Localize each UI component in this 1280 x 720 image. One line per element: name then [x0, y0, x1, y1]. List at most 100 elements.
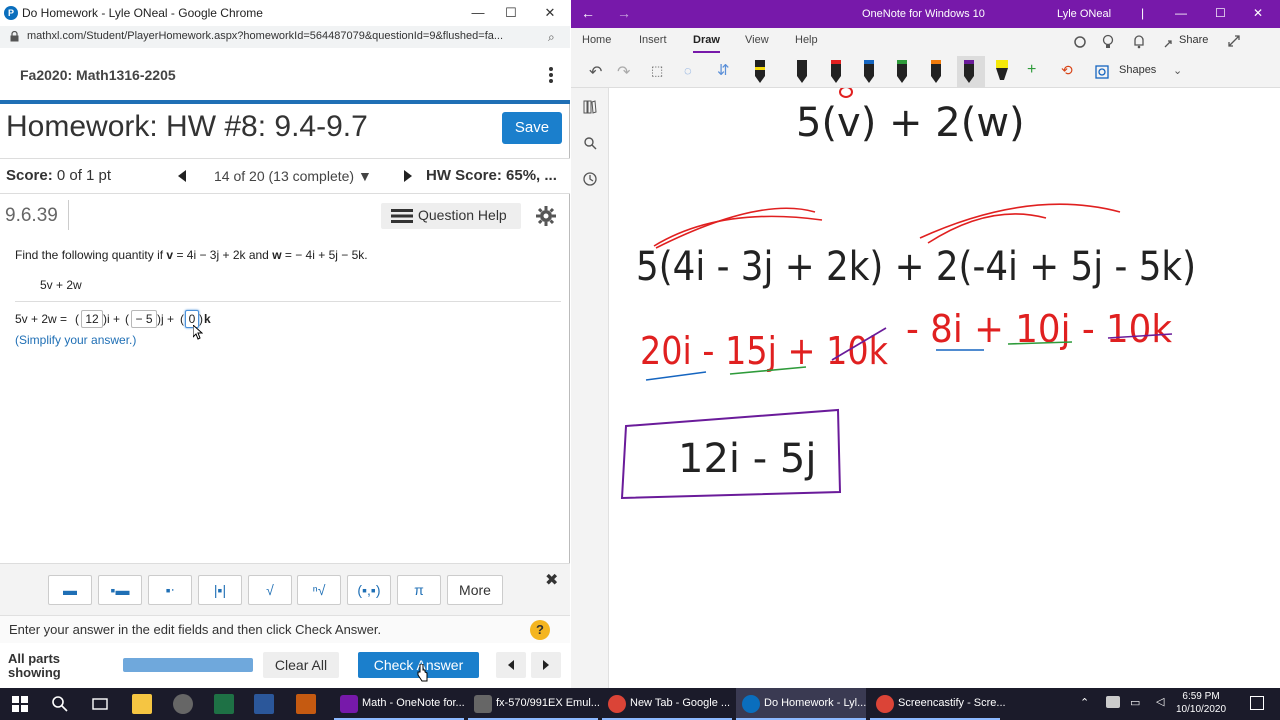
undo-icon[interactable]: ↶ [589, 62, 602, 82]
zoom-icon[interactable]: ⌕ [548, 30, 555, 45]
ink-line-3b: - 8i + 10j - 10k [906, 307, 1172, 351]
prev-question-icon[interactable] [174, 168, 190, 184]
sync-icon[interactable] [1072, 35, 1088, 49]
taskbar-app-homework[interactable]: Do Homework - Lyl... [736, 688, 866, 720]
shapes-button[interactable]: Shapes [1119, 64, 1156, 76]
taskbar-app-chrome-newtab[interactable]: New Tab - Google ... [602, 688, 732, 720]
course-bar: Fa2020: Math1316-2205 [0, 48, 570, 102]
fraction-tool[interactable]: ▬ [48, 575, 92, 605]
highlighter-icon[interactable] [995, 58, 1009, 84]
question-id: 9.6.39 [5, 205, 58, 226]
windows-start-icon[interactable] [10, 694, 30, 714]
exponent-tool[interactable]: ▪ᐧ [148, 575, 192, 605]
maximize-icon[interactable]: ☐ [1215, 6, 1226, 20]
volume-icon[interactable]: ◁ [1156, 695, 1164, 708]
url-text[interactable]: mathxl.com/Student/PlayerHomework.aspx?h… [27, 30, 503, 42]
recent-icon[interactable] [583, 172, 597, 186]
onedrive-icon[interactable] [1106, 696, 1120, 708]
calculator-icon[interactable] [296, 694, 316, 714]
taskbar-app-onenote[interactable]: Math - OneNote for... [334, 688, 465, 720]
answer-prefix: 5v + 2w = [15, 312, 68, 326]
share-icon[interactable] [1163, 35, 1177, 49]
battery-icon[interactable]: ▭ [1130, 696, 1140, 709]
close-icon[interactable]: ✕ [1253, 6, 1263, 20]
prev-part-button[interactable] [496, 652, 526, 678]
clear-all-button[interactable]: Clear All [263, 652, 339, 678]
shapes-icon[interactable] [1095, 65, 1109, 79]
minimize-icon[interactable]: — [466, 3, 490, 23]
gear-icon[interactable] [536, 206, 556, 226]
close-palette-icon[interactable]: ✖ [545, 570, 558, 590]
ink-line-3a: 20i - 15j + 10k [640, 329, 888, 373]
onenote-icon [340, 695, 358, 713]
tab-home[interactable]: Home [582, 34, 611, 46]
pen-icon[interactable] [895, 58, 909, 84]
lasso-select-icon[interactable]: ⬚ [651, 63, 663, 79]
forward-arrow-icon[interactable]: → [617, 5, 631, 21]
excel-icon[interactable] [214, 694, 234, 714]
search-icon[interactable] [50, 694, 70, 714]
pen-icon[interactable] [862, 58, 876, 84]
address-bar[interactable]: mathxl.com/Student/PlayerHomework.aspx?h… [0, 26, 570, 48]
expand-icon[interactable] [1227, 34, 1241, 48]
tab-help[interactable]: Help [795, 34, 818, 46]
answer-j-field[interactable]: − 5 [131, 310, 157, 328]
minimize-icon[interactable]: — [1175, 6, 1187, 20]
search-icon[interactable] [583, 136, 597, 150]
add-space-icon[interactable]: ⇵ [717, 61, 730, 79]
add-pen-icon[interactable]: + [1027, 61, 1036, 79]
pi-tool[interactable]: π [397, 575, 441, 605]
tab-draw[interactable]: Draw [693, 34, 720, 53]
settings-icon[interactable] [173, 694, 193, 714]
chrome-icon [876, 695, 894, 713]
chevron-down-icon[interactable]: ⌄ [1173, 64, 1182, 77]
onenote-user[interactable]: Lyle ONeal [1057, 8, 1111, 20]
instruction-text: Enter your answer in the edit fields and… [9, 622, 382, 637]
next-question-icon[interactable] [400, 168, 416, 184]
pen-icon[interactable] [795, 58, 809, 84]
chrome-window: P Do Homework - Lyle ONeal - Google Chro… [0, 0, 570, 688]
help-icon[interactable]: ? [530, 620, 550, 640]
word-icon[interactable] [254, 694, 274, 714]
taskbar-app-emulator[interactable]: fx-570/991EX Emul... [468, 688, 600, 720]
pen-icon[interactable] [829, 58, 843, 84]
task-view-icon[interactable] [90, 694, 110, 714]
system-clock[interactable]: 6:59 PM 10/10/2020 [1176, 690, 1226, 716]
share-button[interactable]: Share [1179, 34, 1208, 46]
mixed-number-tool[interactable]: ▪▬ [98, 575, 142, 605]
more-options-icon[interactable] [546, 65, 556, 85]
tab-insert[interactable]: Insert [639, 34, 667, 46]
nth-root-tool[interactable]: ⁿ√ [297, 575, 341, 605]
close-icon[interactable]: ✕ [538, 3, 562, 23]
absolute-value-tool[interactable]: |▪| [198, 575, 242, 605]
back-arrow-icon[interactable]: ← [581, 5, 595, 21]
distribute-arc [927, 213, 1047, 244]
note-canvas[interactable]: 5(v) + 2(w) 5(4i - 3j + 2k) + 2(-4i + 5j… [610, 88, 1280, 688]
next-part-button[interactable] [531, 652, 561, 678]
pen-icon[interactable] [962, 58, 976, 84]
question-select[interactable]: 14 of 20 (13 complete) ▼ [214, 168, 372, 184]
chevron-up-icon[interactable]: ⌃ [1080, 696, 1089, 709]
ink-to-shape-icon[interactable]: ⟲ [1061, 62, 1073, 79]
question-help-button[interactable]: Question Help [381, 203, 521, 229]
pen-icon[interactable] [929, 58, 943, 84]
distribute-arc [655, 207, 816, 249]
bell-icon[interactable] [1133, 34, 1145, 50]
taskbar-app-screencastify[interactable]: Screencastify - Scre... [870, 688, 1006, 720]
answer-i-field[interactable]: 12 [81, 310, 103, 328]
square-root-tool[interactable]: √ [248, 575, 292, 605]
eraser-icon[interactable]: ◌ [684, 63, 692, 78]
tab-view[interactable]: View [745, 34, 769, 46]
file-explorer-icon[interactable] [132, 694, 152, 714]
pen-icon[interactable] [753, 58, 767, 84]
notifications-icon[interactable] [1250, 696, 1264, 710]
ink-line-2: 5(4i - 3j + 2k) + 2(-4i + 5j - 5k) [636, 244, 1196, 290]
notebooks-icon[interactable] [583, 100, 597, 114]
maximize-icon[interactable]: ☐ [499, 3, 523, 23]
redo-icon[interactable]: ↷ [617, 62, 630, 82]
lightbulb-icon[interactable] [1102, 34, 1114, 50]
vector-tool[interactable]: (▪,▪) [347, 575, 391, 605]
save-button[interactable]: Save [502, 112, 562, 144]
target-expression: 5v + 2w [40, 278, 82, 292]
more-tools-button[interactable]: More [447, 575, 503, 605]
